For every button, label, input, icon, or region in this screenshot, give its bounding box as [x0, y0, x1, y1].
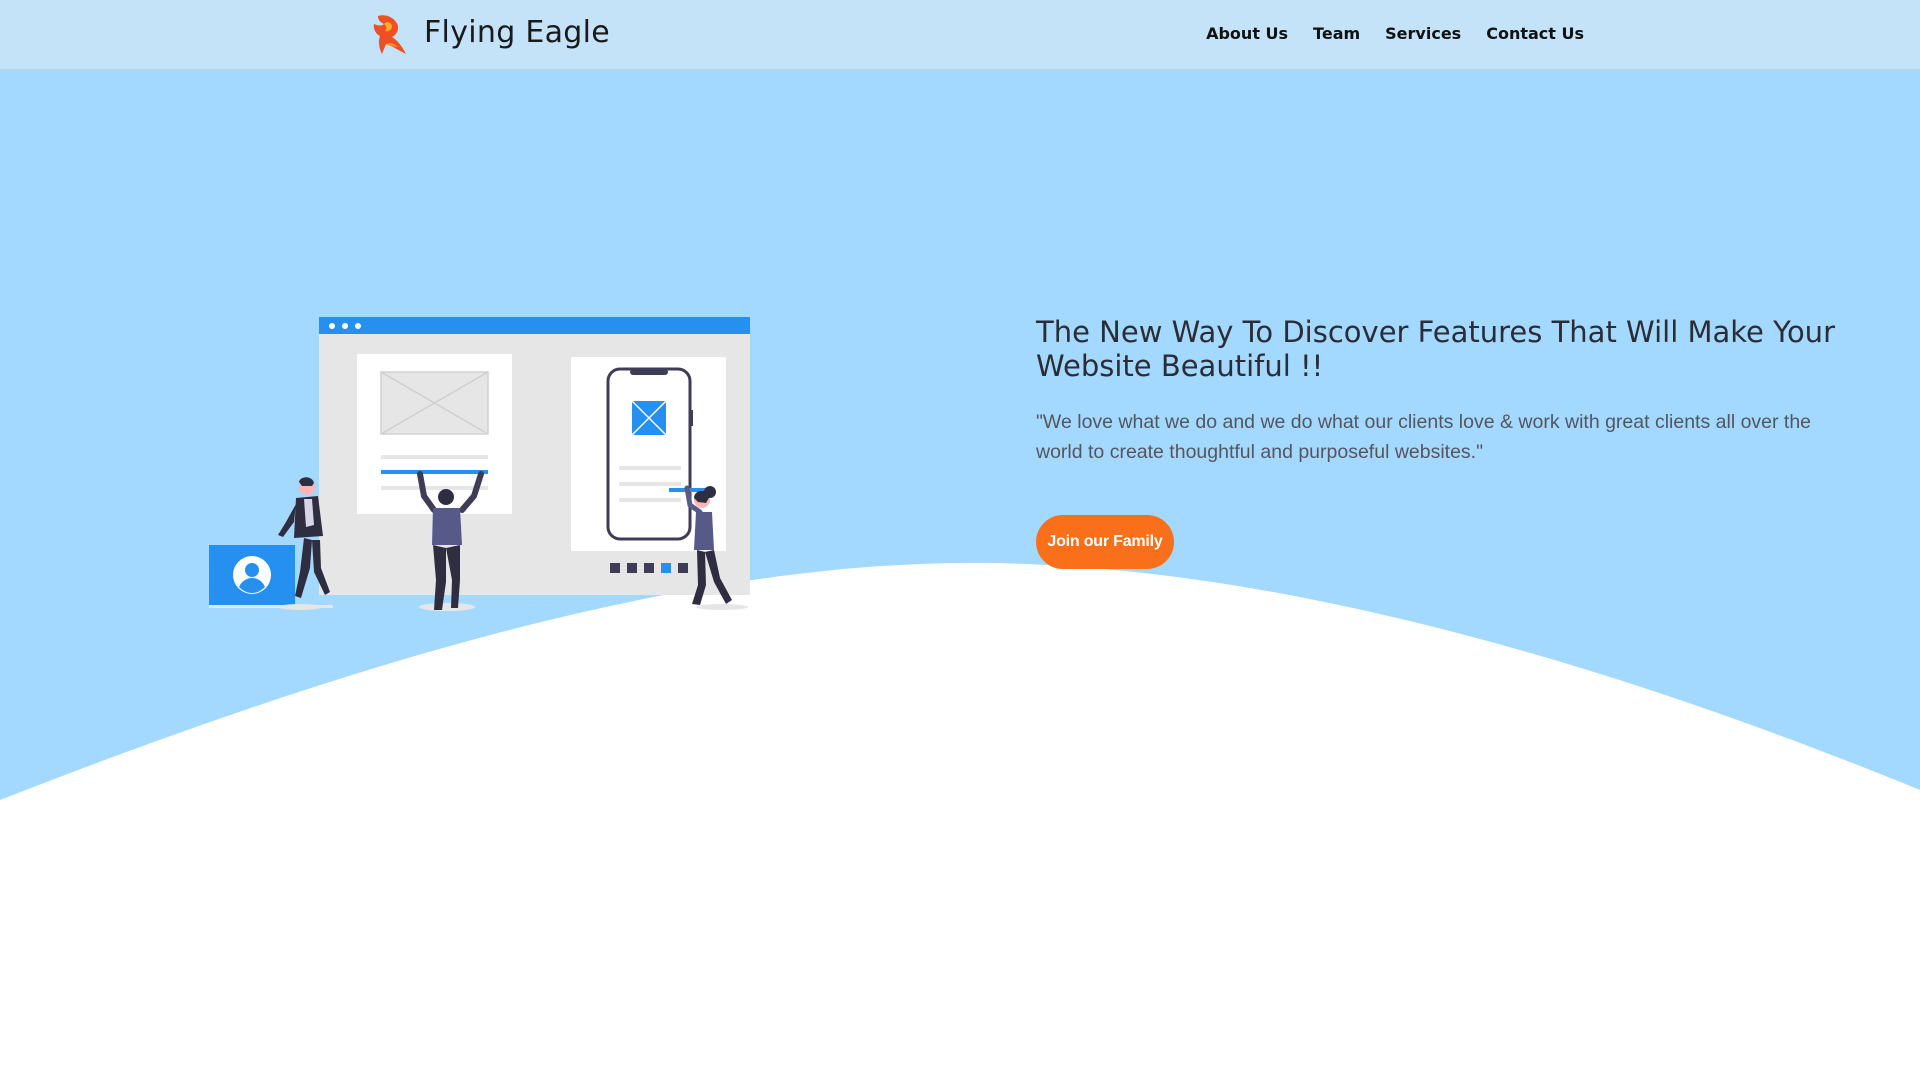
nav-services[interactable]: Services: [1385, 24, 1461, 43]
brand-name[interactable]: Flying Eagle: [424, 15, 610, 50]
image-placeholder-icon: [631, 400, 667, 436]
nav-contact-us[interactable]: Contact Us: [1486, 24, 1584, 43]
nav-about-us[interactable]: About Us: [1206, 24, 1288, 43]
eagle-logo-icon[interactable]: [370, 12, 408, 56]
nav-team[interactable]: Team: [1313, 24, 1360, 43]
hero-quote: "We love what we do and we do what our c…: [1036, 411, 1812, 463]
site-header: Flying Eagle About Us Team Services Cont…: [0, 0, 1920, 70]
main-nav: About Us Team Services Contact Us: [1206, 24, 1584, 43]
join-family-button[interactable]: Join our Family: [1036, 515, 1174, 569]
hero-illustration: [209, 317, 750, 611]
user-icon: [233, 556, 271, 594]
hero-title: The New Way To Discover Features That Wi…: [1036, 315, 1835, 383]
